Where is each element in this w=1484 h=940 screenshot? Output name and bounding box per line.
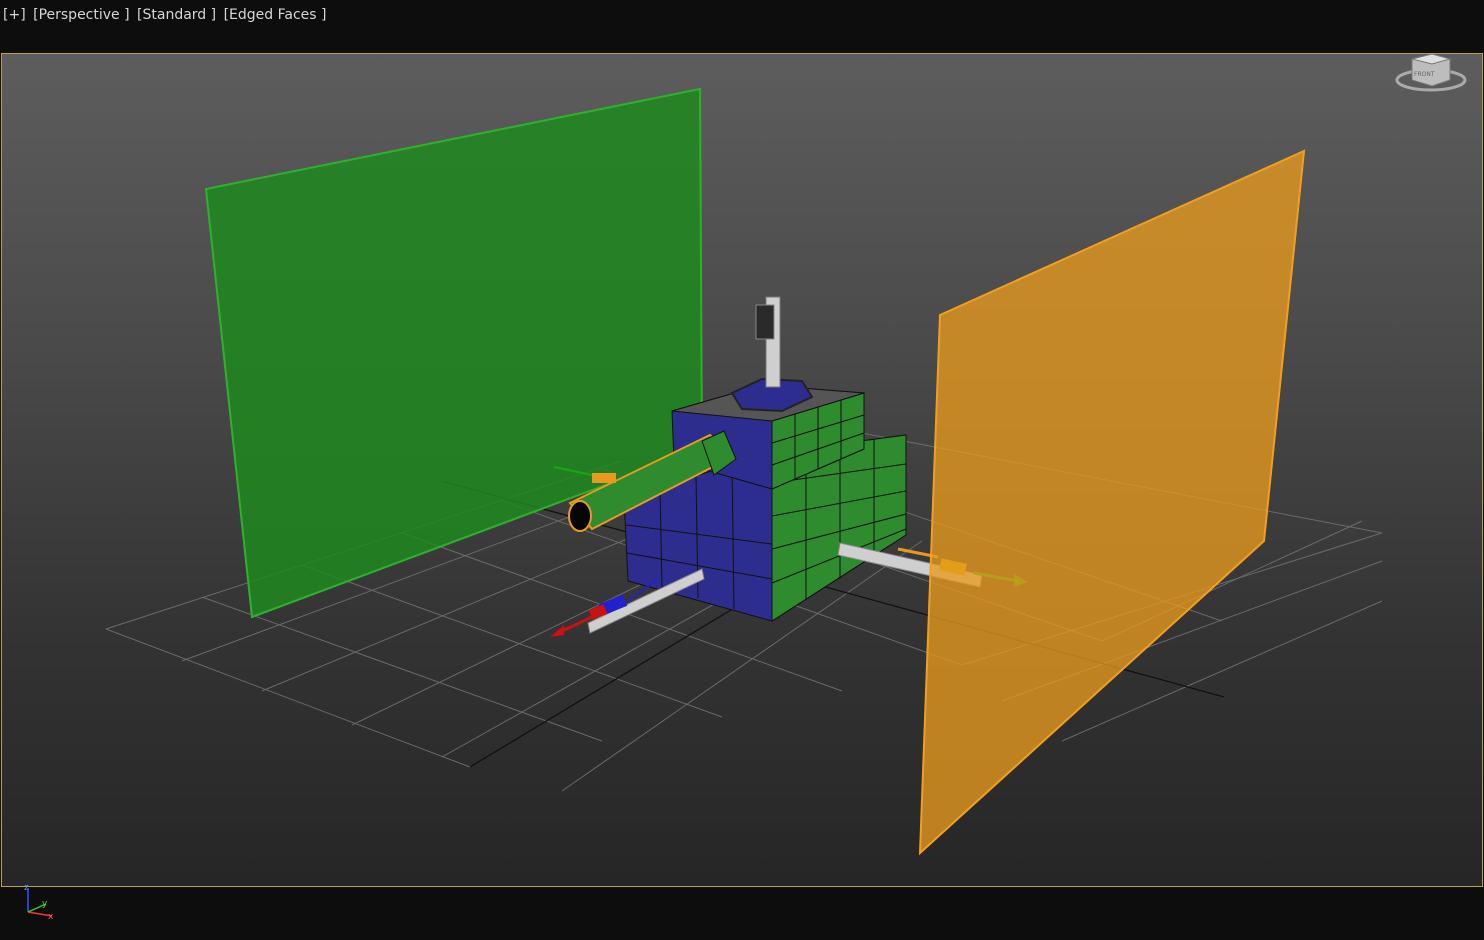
- axis-y-label: y: [42, 899, 48, 909]
- viewport-plus-menu[interactable]: [+]: [0, 7, 26, 23]
- viewcube-face-label: FRONT: [1414, 71, 1435, 78]
- move-gizmo-left[interactable]: [550, 568, 705, 637]
- viewport-display-menu[interactable]: [Edged Faces ]: [221, 7, 327, 23]
- viewcube-icon[interactable]: FRONT: [1394, 54, 1469, 94]
- viewport-pov-menu[interactable]: [Perspective ]: [30, 7, 129, 23]
- viewport-label-bar: [+] [Perspective ] [Standard ] [Edged Fa…: [0, 0, 1484, 30]
- axis-tripod-icon: z y x: [24, 883, 54, 922]
- scene-canvas[interactable]: [2, 54, 1482, 886]
- tank-antenna[interactable]: [755, 296, 781, 388]
- perspective-viewport[interactable]: FRONT: [1, 53, 1483, 887]
- orange-plane[interactable]: [918, 149, 1306, 856]
- axis-z-label: z: [24, 883, 29, 893]
- viewport-bottom-bar: [0, 888, 1484, 940]
- axis-x-label: x: [48, 912, 54, 922]
- viewport-shading-menu[interactable]: [Standard ]: [134, 7, 216, 23]
